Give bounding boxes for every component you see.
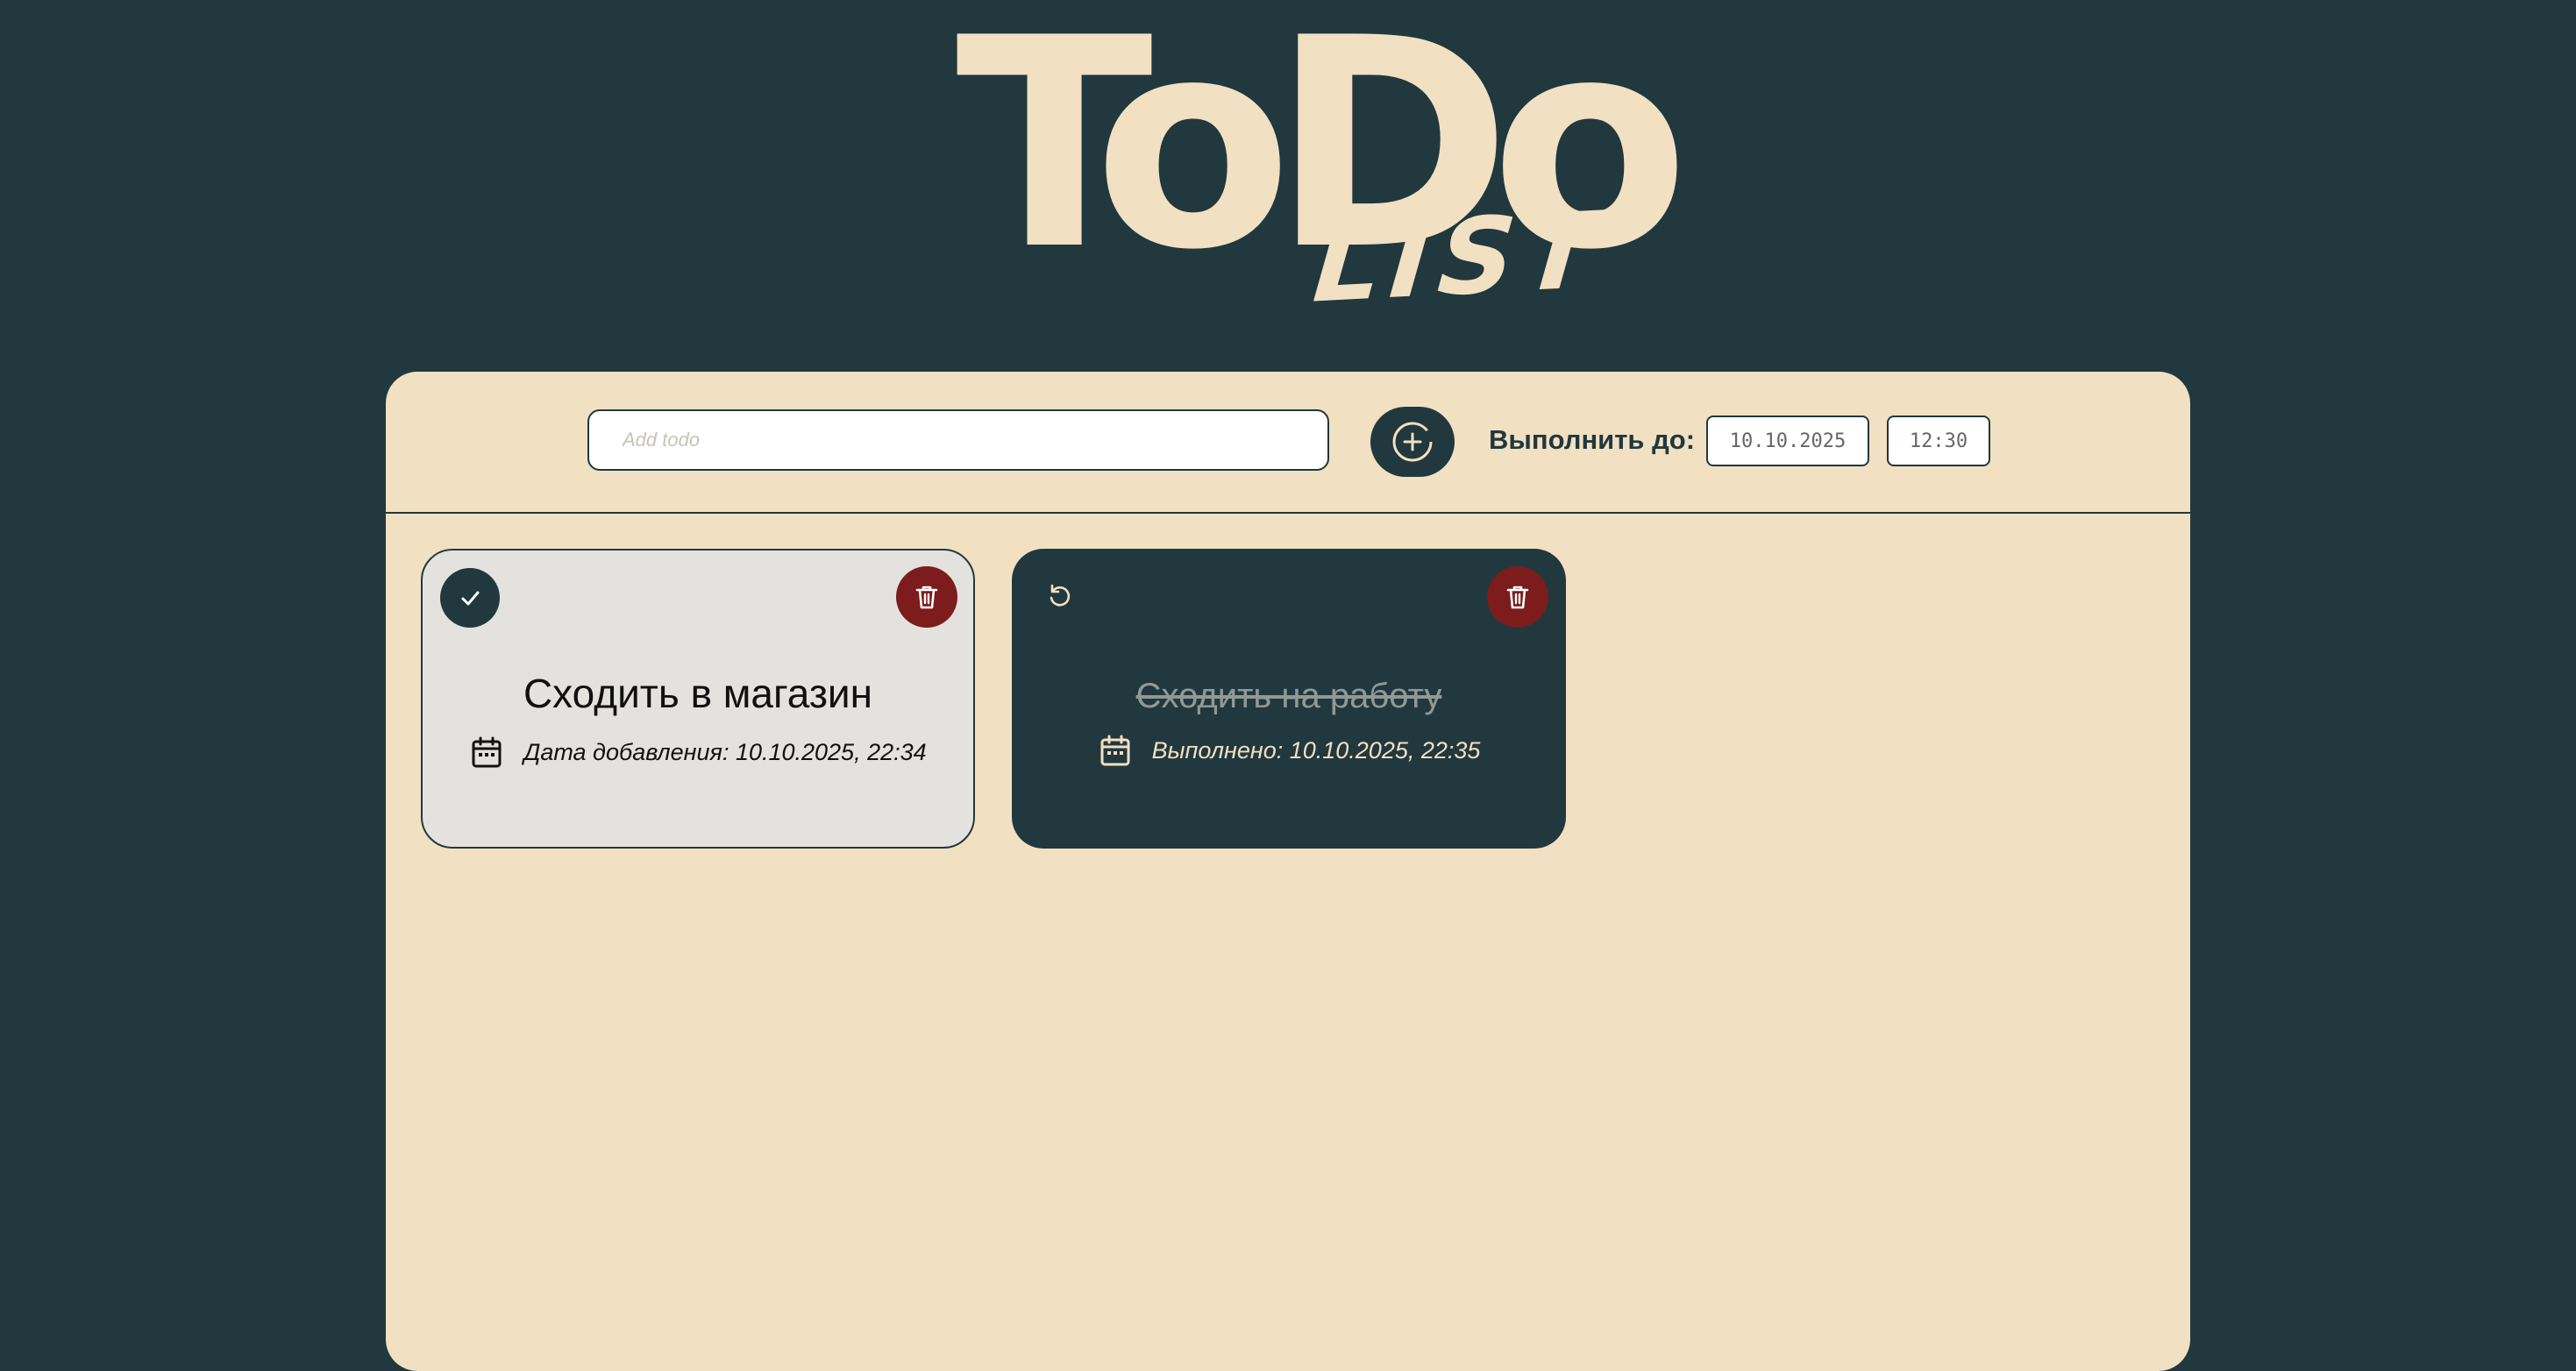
todo-card-done: Сходить на работу Выполнено: 10.10.2025,… [1012,549,1566,849]
deadline-time-input[interactable]: 12:30 [1887,416,1990,466]
todo-meta-text: Дата добавления: 10.10.2025, 22:34 [523,738,927,765]
todo-panel: Выполнить до: 10.10.2025 12:30 Сходить в… [386,372,2190,1371]
calendar-icon [1100,735,1130,766]
calendar-icon [472,736,502,768]
trash-icon [1506,586,1529,609]
delete-todo-button[interactable] [896,566,957,628]
todo-title: Сходить в магазин [523,671,873,716]
undo-icon [1050,584,1071,607]
check-icon [461,591,480,606]
add-todo-button[interactable] [1370,407,1455,477]
logo-subtitle: LIST [1308,189,1611,327]
deadline-date-input[interactable]: 10.10.2025 [1706,416,1869,466]
todo-meta: Дата добавления: 10.10.2025, 22:34 [423,735,973,770]
undo-todo-button[interactable] [1038,575,1080,617]
plus-circle-icon [1392,422,1433,462]
complete-todo-button[interactable] [440,568,500,628]
todo-title-done: Сходить на работу [1135,677,1442,715]
add-todo-toolbar: Выполнить до: 10.10.2025 12:30 [386,372,2190,514]
delete-todo-button[interactable] [1487,566,1548,628]
app-logo: ToDo LIST [0,0,2576,351]
todo-input[interactable] [587,409,1329,471]
todo-card: Сходить в магазин Дата добавления: 10.10… [421,549,975,849]
trash-icon [915,586,938,609]
todo-meta: Выполнено: 10.10.2025, 22:35 [1012,733,1566,768]
deadline-label: Выполнить до: [1489,424,1696,455]
todo-meta-text: Выполнено: 10.10.2025, 22:35 [1151,736,1481,764]
